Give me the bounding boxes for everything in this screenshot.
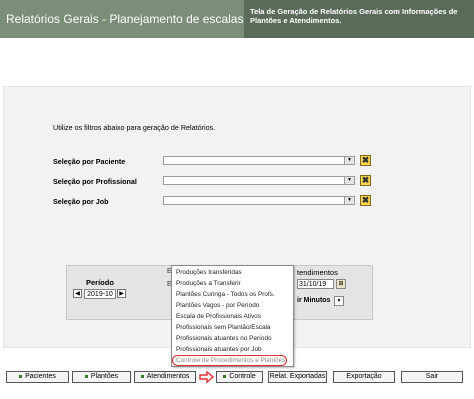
bullet-icon	[140, 374, 144, 378]
filter-instruction: Utilize os filtros abaixo para geração d…	[53, 123, 216, 132]
relat-exportadas-button[interactable]: Relat. Exportadas	[268, 371, 327, 383]
menu-item[interactable]: Plantões Vagos - por Período	[176, 302, 259, 309]
menu-item[interactable]: Escala de Profissionais Ativos	[176, 313, 261, 320]
chevron-down-icon[interactable]: ▼	[344, 177, 354, 184]
next-period-icon[interactable]: ▶	[117, 289, 126, 298]
menu-item[interactable]: Produções transferidas	[176, 269, 242, 276]
highlight-oval	[172, 355, 287, 366]
pacientes-button-label: Pacientes	[25, 373, 56, 380]
page-description: Tela de Geração de Relatórios Gerais com…	[244, 0, 474, 38]
periodo-label: Período	[86, 278, 114, 287]
atendimentos-button[interactable]: Atendimentos	[134, 371, 196, 383]
exportacao-button[interactable]: Exportação	[333, 371, 395, 383]
menu-item[interactable]: Profissionais atuantes por Job	[176, 346, 262, 353]
menu-item[interactable]: Plantões Curinga - Todos os Profs.	[176, 291, 275, 298]
unit-select-value[interactable]: ir Minutos	[297, 296, 330, 306]
clear-job-icon[interactable]: ✖	[360, 195, 371, 206]
sair-button[interactable]: Sair	[401, 371, 463, 383]
bullet-icon	[19, 374, 23, 378]
controle-button[interactable]: Controle	[216, 371, 263, 383]
bullet-icon	[84, 374, 88, 378]
plantoes-button-label: Plantões	[90, 373, 119, 380]
chevron-down-icon[interactable]: ▼	[344, 157, 354, 164]
pacientes-button[interactable]: Pacientes	[6, 371, 69, 383]
chevron-down-icon[interactable]: ▼	[334, 296, 344, 306]
profissional-select[interactable]: ▼	[163, 176, 355, 185]
arrow-pointer-icon	[199, 370, 215, 384]
job-select[interactable]: ▼	[163, 196, 355, 205]
atendimentos-button-label: Atendimentos	[146, 373, 190, 380]
paciente-label: Seleção por Paciente	[53, 157, 126, 166]
atendimentos-label: tendimentos	[297, 268, 338, 277]
calendar-icon[interactable]: ⊞	[336, 279, 346, 289]
clear-profissional-icon[interactable]: ✖	[360, 175, 371, 186]
profissional-label: Seleção por Profissional	[53, 177, 137, 186]
chevron-down-icon[interactable]: ▼	[344, 197, 354, 204]
paciente-select[interactable]: ▼	[163, 156, 355, 165]
plantoes-button[interactable]: Plantões	[72, 371, 131, 383]
controle-button-label: Controle	[229, 373, 256, 380]
date-input[interactable]: 31/10/19	[297, 279, 334, 289]
menu-item[interactable]: Profissionais sem Plantão/Escala	[176, 324, 270, 331]
job-label: Seleção por Job	[53, 197, 109, 206]
page-title: Relatórios Gerais - Planejamento de esca…	[0, 0, 244, 38]
prev-period-icon[interactable]: ◀	[73, 289, 82, 298]
bullet-icon	[223, 374, 227, 378]
menu-item[interactable]: Profissionais atuantes no Período	[176, 335, 272, 342]
menu-item[interactable]: Produções a Transferir	[176, 280, 241, 287]
controle-menu: Produções transferidas Produções a Trans…	[171, 265, 294, 367]
clear-paciente-icon[interactable]: ✖	[360, 155, 371, 166]
periodo-value: 2019-10	[84, 289, 116, 299]
